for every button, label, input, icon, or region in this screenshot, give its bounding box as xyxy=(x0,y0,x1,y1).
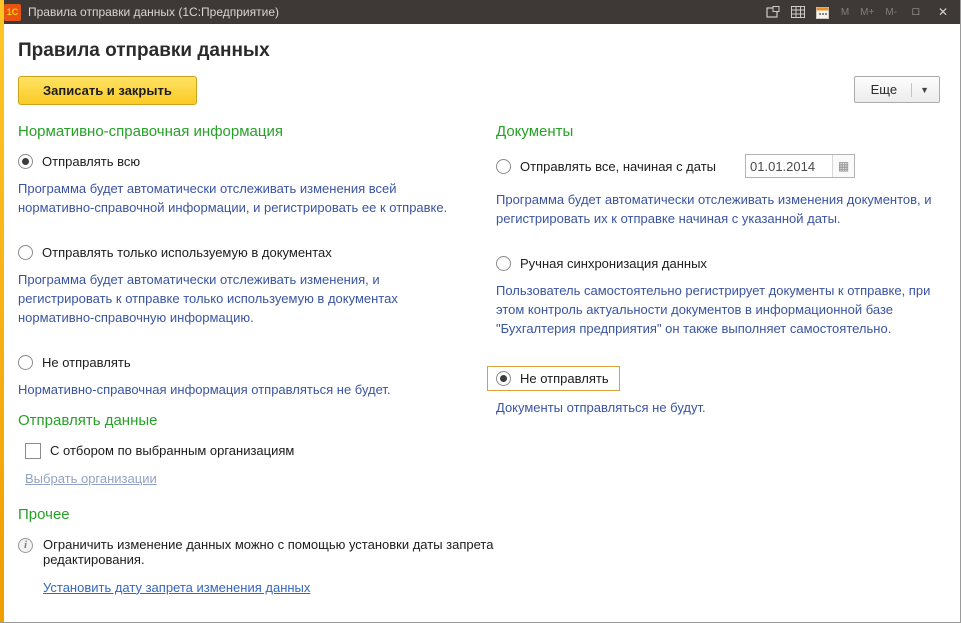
radio-nsi-no-send[interactable]: Не отправлять xyxy=(18,355,496,370)
radio-docs-send-from-date[interactable]: Отправлять все, начиная с даты ▦ xyxy=(496,154,940,178)
radio-label: Отправлять все, начиная с даты xyxy=(520,159,716,174)
radio-icon xyxy=(496,256,511,271)
save-and-close-button[interactable]: Записать и закрыть xyxy=(18,76,197,105)
set-restriction-date-link[interactable]: Установить дату запрета изменения данных xyxy=(43,580,310,595)
more-button-label: Еще xyxy=(871,82,897,97)
checkbox-filter-by-orgs[interactable]: С отбором по выбранным организациям xyxy=(25,443,496,459)
docs-hint-no-send: Документы отправляться не будут. xyxy=(496,399,938,418)
calendar-icon: ▦ xyxy=(838,159,849,173)
more-button-separator xyxy=(911,83,912,97)
maximize-button[interactable]: □ xyxy=(907,6,925,18)
toolbar: Записать и закрыть Еще ▼ xyxy=(18,76,940,105)
radio-icon xyxy=(18,245,33,260)
info-icon: i xyxy=(18,538,33,553)
radio-icon xyxy=(496,371,511,386)
radio-label: Не отправлять xyxy=(42,355,131,370)
table-icon[interactable] xyxy=(790,5,806,20)
documents-heading: Документы xyxy=(496,123,940,140)
nsi-hint-no-send: Нормативно-справочная информация отправл… xyxy=(18,381,450,400)
radio-label: Не отправлять xyxy=(520,371,609,386)
radio-label: Отправлять всю xyxy=(42,154,140,169)
memory-mminus-button[interactable]: М- xyxy=(884,7,898,18)
close-button[interactable]: ✕ xyxy=(934,5,952,19)
calendar-icon[interactable] xyxy=(815,5,831,20)
calendar-picker-button[interactable]: ▦ xyxy=(832,155,854,177)
new-window-icon[interactable] xyxy=(765,5,781,20)
section-nsi: Нормативно-справочная информация Отправл… xyxy=(18,123,496,400)
choose-organizations-link[interactable]: Выбрать организации xyxy=(25,471,157,486)
window-title: Правила отправки данных (1С:Предприятие) xyxy=(28,5,279,19)
section-other: Прочее i Ограничить изменение данных мож… xyxy=(18,506,496,597)
more-button[interactable]: Еще ▼ xyxy=(854,76,940,103)
radio-docs-manual-sync[interactable]: Ручная синхронизация данных xyxy=(496,256,940,271)
nsi-heading: Нормативно-справочная информация xyxy=(18,123,496,140)
memory-mplus-button[interactable]: М+ xyxy=(859,7,875,18)
page-title: Правила отправки данных xyxy=(18,40,940,62)
radio-docs-no-send[interactable]: Не отправлять xyxy=(496,371,609,386)
radio-nsi-send-used[interactable]: Отправлять только используемую в докумен… xyxy=(18,245,496,260)
nsi-hint-send-all: Программа будет автоматически отслеживат… xyxy=(18,180,450,218)
other-heading: Прочее xyxy=(18,506,496,523)
start-date-input[interactable] xyxy=(746,155,832,177)
titlebar: 1С Правила отправки данных (1С:Предприят… xyxy=(0,0,960,24)
nsi-hint-send-used: Программа будет автоматически отслеживат… xyxy=(18,271,450,328)
radio-icon xyxy=(18,355,33,370)
checkbox-label: С отбором по выбранным организациям xyxy=(50,443,294,458)
1c-logo-icon: 1С xyxy=(4,4,21,21)
focused-option-outline: Не отправлять xyxy=(487,366,620,391)
radio-label: Отправлять только используемую в докумен… xyxy=(42,245,332,260)
start-date-field-group: ▦ xyxy=(745,154,855,178)
app-window: 1С Правила отправки данных (1С:Предприят… xyxy=(0,0,961,623)
checkbox-icon xyxy=(25,443,41,459)
docs-hint-manual-sync: Пользователь самостоятельно регистрирует… xyxy=(496,282,938,339)
radio-nsi-send-all[interactable]: Отправлять всю xyxy=(18,154,496,169)
chevron-down-icon: ▼ xyxy=(920,85,929,95)
radio-icon xyxy=(496,159,511,174)
radio-icon xyxy=(18,154,33,169)
radio-label: Ручная синхронизация данных xyxy=(520,256,707,271)
docs-hint-send-from-date: Программа будет автоматически отслеживат… xyxy=(496,191,938,229)
other-info-text: Ограничить изменение данных можно с помо… xyxy=(43,537,496,567)
section-send-data: Отправлять данные С отбором по выбранным… xyxy=(18,412,496,488)
section-documents: Документы Отправлять все, начиная с даты… xyxy=(496,123,940,418)
send-data-heading: Отправлять данные xyxy=(18,412,496,429)
memory-m-button[interactable]: М xyxy=(840,7,850,18)
window-accent-stripe xyxy=(0,0,4,622)
